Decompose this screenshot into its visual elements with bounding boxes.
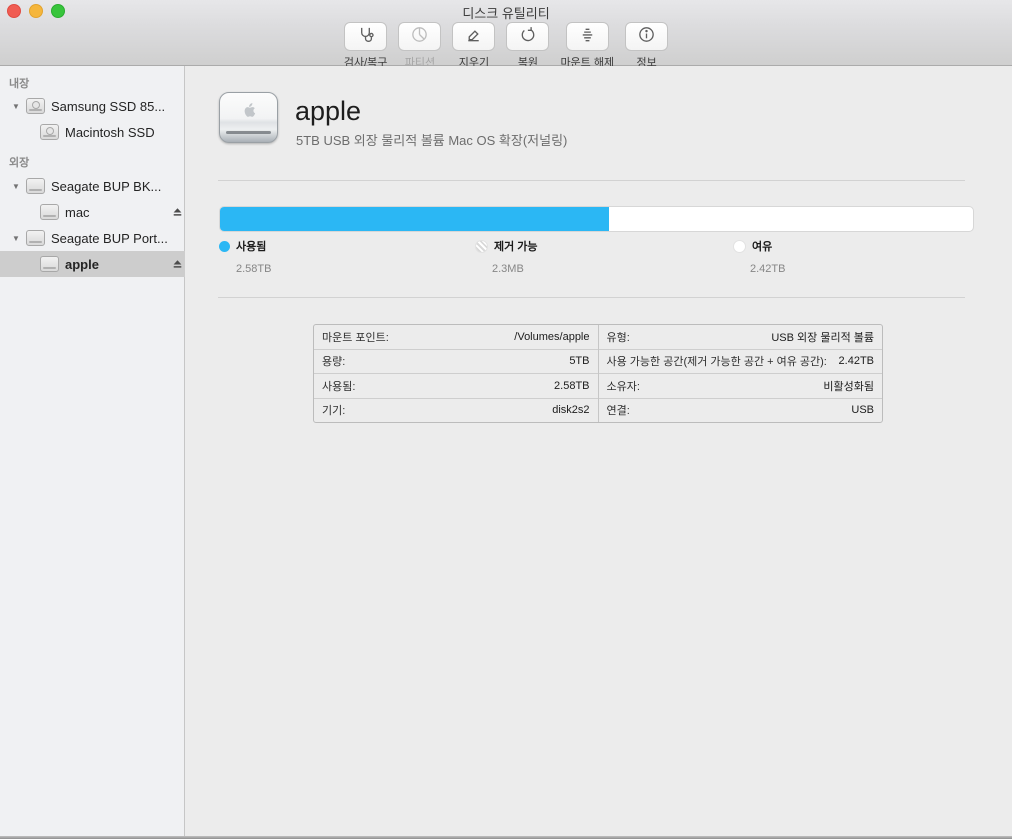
detail-value: 5TB <box>569 355 589 367</box>
detail-row-connection: 연결: USB <box>599 399 883 423</box>
detail-label: 연결: <box>607 402 630 418</box>
disclosure-triangle-icon[interactable]: ▼ <box>6 182 26 191</box>
erase-button[interactable] <box>452 22 495 51</box>
detail-label: 소유자: <box>607 378 640 394</box>
sidebar-item-label: Samsung SSD 85... <box>51 99 190 114</box>
titlebar: 디스크 유틸리티 검사/복구 파티션 <box>0 0 1012 66</box>
detail-row-device: 기기: disk2s2 <box>314 399 598 423</box>
toolbar-item-partition: 파티션 <box>398 22 441 70</box>
toolbar-item-erase: 지우기 <box>452 22 495 70</box>
unmount-icon <box>578 25 597 49</box>
info-button[interactable] <box>625 22 668 51</box>
sidebar: 내장 ▼ Samsung SSD 85... ▼ Macintosh SSD 외… <box>0 66 185 836</box>
restore-icon <box>518 25 537 49</box>
volume-icon <box>40 204 59 220</box>
volume-icon <box>40 256 59 272</box>
detail-label: 기기: <box>322 402 345 418</box>
purgeable-swatch-icon <box>475 240 488 253</box>
disclosure-triangle-icon[interactable]: ▼ <box>6 102 26 111</box>
detail-row-capacity: 용량: 5TB <box>314 350 598 375</box>
usage-bar-used <box>220 207 609 231</box>
detail-value: USB 외장 물리적 볼륨 <box>771 329 874 345</box>
detail-value: /Volumes/apple <box>514 331 589 343</box>
detail-row-used: 사용됨: 2.58TB <box>314 374 598 399</box>
usage-bar <box>219 206 974 232</box>
detail-value: disk2s2 <box>552 404 589 416</box>
legend-value: 2.3MB <box>492 263 538 275</box>
external-disk-icon <box>26 230 45 246</box>
legend-used: 사용됨 2.58TB <box>219 238 271 275</box>
sidebar-item-label: Macintosh SSD <box>65 125 190 140</box>
sidebar-item-label: mac <box>65 205 164 220</box>
detail-value: 비활성화됨 <box>823 378 874 394</box>
restore-button[interactable] <box>506 22 549 51</box>
sidebar-item-apple[interactable]: ▼ apple <box>0 251 190 277</box>
sidebar-item-samsung-ssd[interactable]: ▼ Samsung SSD 85... <box>0 93 190 119</box>
volume-description: 5TB USB 외장 물리적 볼륨 Mac OS 확장(저널링) <box>296 130 567 149</box>
details-table: 마운트 포인트: /Volumes/apple 용량: 5TB 사용됨: 2.5… <box>313 324 883 423</box>
free-swatch-icon <box>733 240 746 253</box>
detail-row-owner: 소유자: 비활성화됨 <box>599 374 883 399</box>
sidebar-item-seagate-bup-port[interactable]: ▼ Seagate BUP Port... <box>0 225 190 251</box>
toolbar-item-info: 정보 <box>625 22 668 70</box>
detail-label: 용량: <box>322 353 345 369</box>
detail-row-available: 사용 가능한 공간(제거 가능한 공간 + 여유 공간): 2.42TB <box>599 350 883 375</box>
main-content: apple 5TB USB 외장 물리적 볼륨 Mac OS 확장(저널링) 사… <box>185 66 1012 836</box>
sidebar-item-label: apple <box>65 257 164 272</box>
sidebar-section-internal: 내장 <box>9 75 29 91</box>
legend-label: 여유 <box>752 238 772 254</box>
drive-slot <box>226 131 271 134</box>
toolbar-item-restore: 복원 <box>506 22 549 70</box>
disk-utility-window: 디스크 유틸리티 검사/복구 파티션 <box>0 0 1012 839</box>
legend-free: 여유 2.42TB <box>733 238 785 275</box>
erase-icon <box>464 25 483 49</box>
detail-row-mount-point: 마운트 포인트: /Volumes/apple <box>314 325 598 350</box>
partition-button <box>398 22 441 51</box>
volume-icon <box>40 124 59 140</box>
info-icon <box>637 25 656 49</box>
detail-value: USB <box>851 404 874 416</box>
detail-label: 사용됨: <box>322 378 355 394</box>
external-drive-icon <box>219 92 278 143</box>
divider <box>218 180 965 181</box>
legend-purgeable: 제거 가능 2.3MB <box>475 238 538 275</box>
sidebar-item-label: Seagate BUP Port... <box>51 231 190 246</box>
window-title: 디스크 유틸리티 <box>0 3 1012 22</box>
detail-label: 사용 가능한 공간(제거 가능한 공간 + 여유 공간): <box>607 353 827 369</box>
legend-label: 제거 가능 <box>494 238 538 254</box>
sidebar-item-label: Seagate BUP BK... <box>51 179 190 194</box>
sidebar-section-external: 외장 <box>9 154 29 170</box>
sidebar-item-macintosh-ssd[interactable]: ▼ Macintosh SSD <box>0 119 190 145</box>
disclosure-triangle-icon[interactable]: ▼ <box>6 234 26 243</box>
legend-value: 2.58TB <box>236 263 271 275</box>
sidebar-item-mac[interactable]: ▼ mac <box>0 199 190 225</box>
sidebar-item-seagate-bup-bk[interactable]: ▼ Seagate BUP BK... <box>0 173 190 199</box>
detail-value: 2.58TB <box>554 380 589 392</box>
toolbar: 검사/복구 파티션 지우기 <box>0 22 1012 70</box>
first-aid-button[interactable] <box>344 22 387 51</box>
internal-disk-icon <box>26 98 45 114</box>
toolbar-item-unmount: 마운트 해제 <box>560 22 614 70</box>
used-swatch-icon <box>219 241 230 252</box>
detail-row-type: 유형: USB 외장 물리적 볼륨 <box>599 325 883 350</box>
unmount-button[interactable] <box>566 22 609 51</box>
external-disk-icon <box>26 178 45 194</box>
detail-label: 유형: <box>607 329 630 345</box>
detail-value: 2.42TB <box>839 355 874 367</box>
detail-label: 마운트 포인트: <box>322 329 389 345</box>
partition-icon <box>410 25 429 49</box>
toolbar-item-first-aid: 검사/복구 <box>344 22 388 70</box>
legend-label: 사용됨 <box>236 238 266 254</box>
legend-value: 2.42TB <box>750 263 785 275</box>
first-aid-icon <box>356 25 375 49</box>
apple-logo-icon <box>240 101 258 124</box>
volume-title: apple <box>295 96 361 127</box>
divider <box>218 297 965 298</box>
